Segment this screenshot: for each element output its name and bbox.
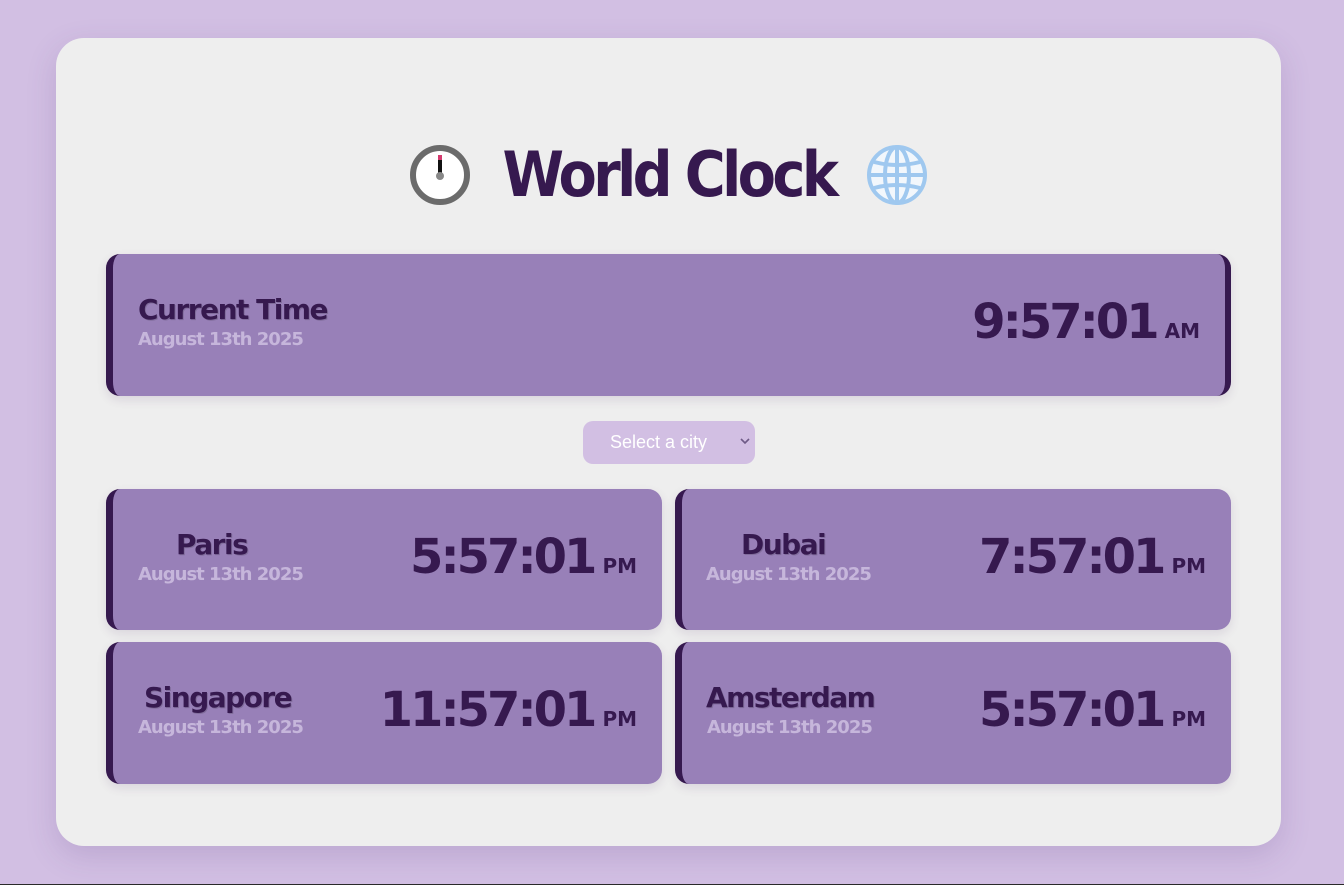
city-ampm: PM — [1171, 554, 1206, 578]
city-date: August 13th 2025 — [138, 564, 304, 585]
current-time-card: Current Time August 13th 2025 9:57:01 AM — [106, 254, 1231, 396]
city-time: 11:57:01 PM — [380, 686, 637, 734]
city-clock: 11:57:01 — [379, 682, 598, 738]
city-name: Paris — [176, 528, 249, 561]
city-name: Amsterdam — [706, 681, 876, 714]
city-clock: 7:57:01 — [979, 529, 1166, 585]
page: World Clock Current Time August 13th 202… — [0, 0, 1344, 885]
current-time-value: 9:57:01 AM — [972, 298, 1200, 346]
city-select-placeholder: Select a city — [610, 432, 708, 452]
city-clock: 5:57:01 — [410, 529, 597, 585]
city-ampm: PM — [602, 554, 637, 578]
city-name: Singapore — [144, 681, 293, 714]
current-clock: 9:57:01 — [972, 294, 1159, 350]
city-card-singapore: Singapore August 13th 2025 11:57:01 PM — [106, 642, 662, 784]
city-card-amsterdam: Amsterdam August 13th 2025 5:57:01 PM — [675, 642, 1231, 784]
city-select[interactable]: Select a city — [583, 421, 755, 464]
city-ampm: PM — [602, 707, 637, 731]
city-date: August 13th 2025 — [706, 564, 872, 585]
city-card-paris: Paris August 13th 2025 5:57:01 PM — [106, 489, 662, 630]
chevron-down-icon — [740, 438, 750, 445]
current-time-label: Current Time — [138, 293, 329, 326]
city-card-dubai: Dubai August 13th 2025 7:57:01 PM — [675, 489, 1231, 630]
city-time: 5:57:01 PM — [410, 533, 637, 581]
title-row: World Clock — [56, 138, 1281, 212]
city-time: 5:57:01 PM — [979, 686, 1206, 734]
current-date: August 13th 2025 — [138, 329, 304, 350]
world-clock-panel: World Clock Current Time August 13th 202… — [56, 38, 1281, 846]
city-ampm: PM — [1171, 707, 1206, 731]
city-date: August 13th 2025 — [707, 717, 873, 738]
stopwatch-icon — [409, 145, 470, 205]
city-time: 7:57:01 PM — [979, 533, 1206, 581]
globe-icon — [867, 145, 928, 205]
city-clock: 5:57:01 — [979, 682, 1166, 738]
city-name: Dubai — [741, 528, 827, 561]
current-ampm: AM — [1164, 319, 1200, 343]
city-date: August 13th 2025 — [138, 717, 304, 738]
page-title: World Clock — [502, 138, 839, 211]
